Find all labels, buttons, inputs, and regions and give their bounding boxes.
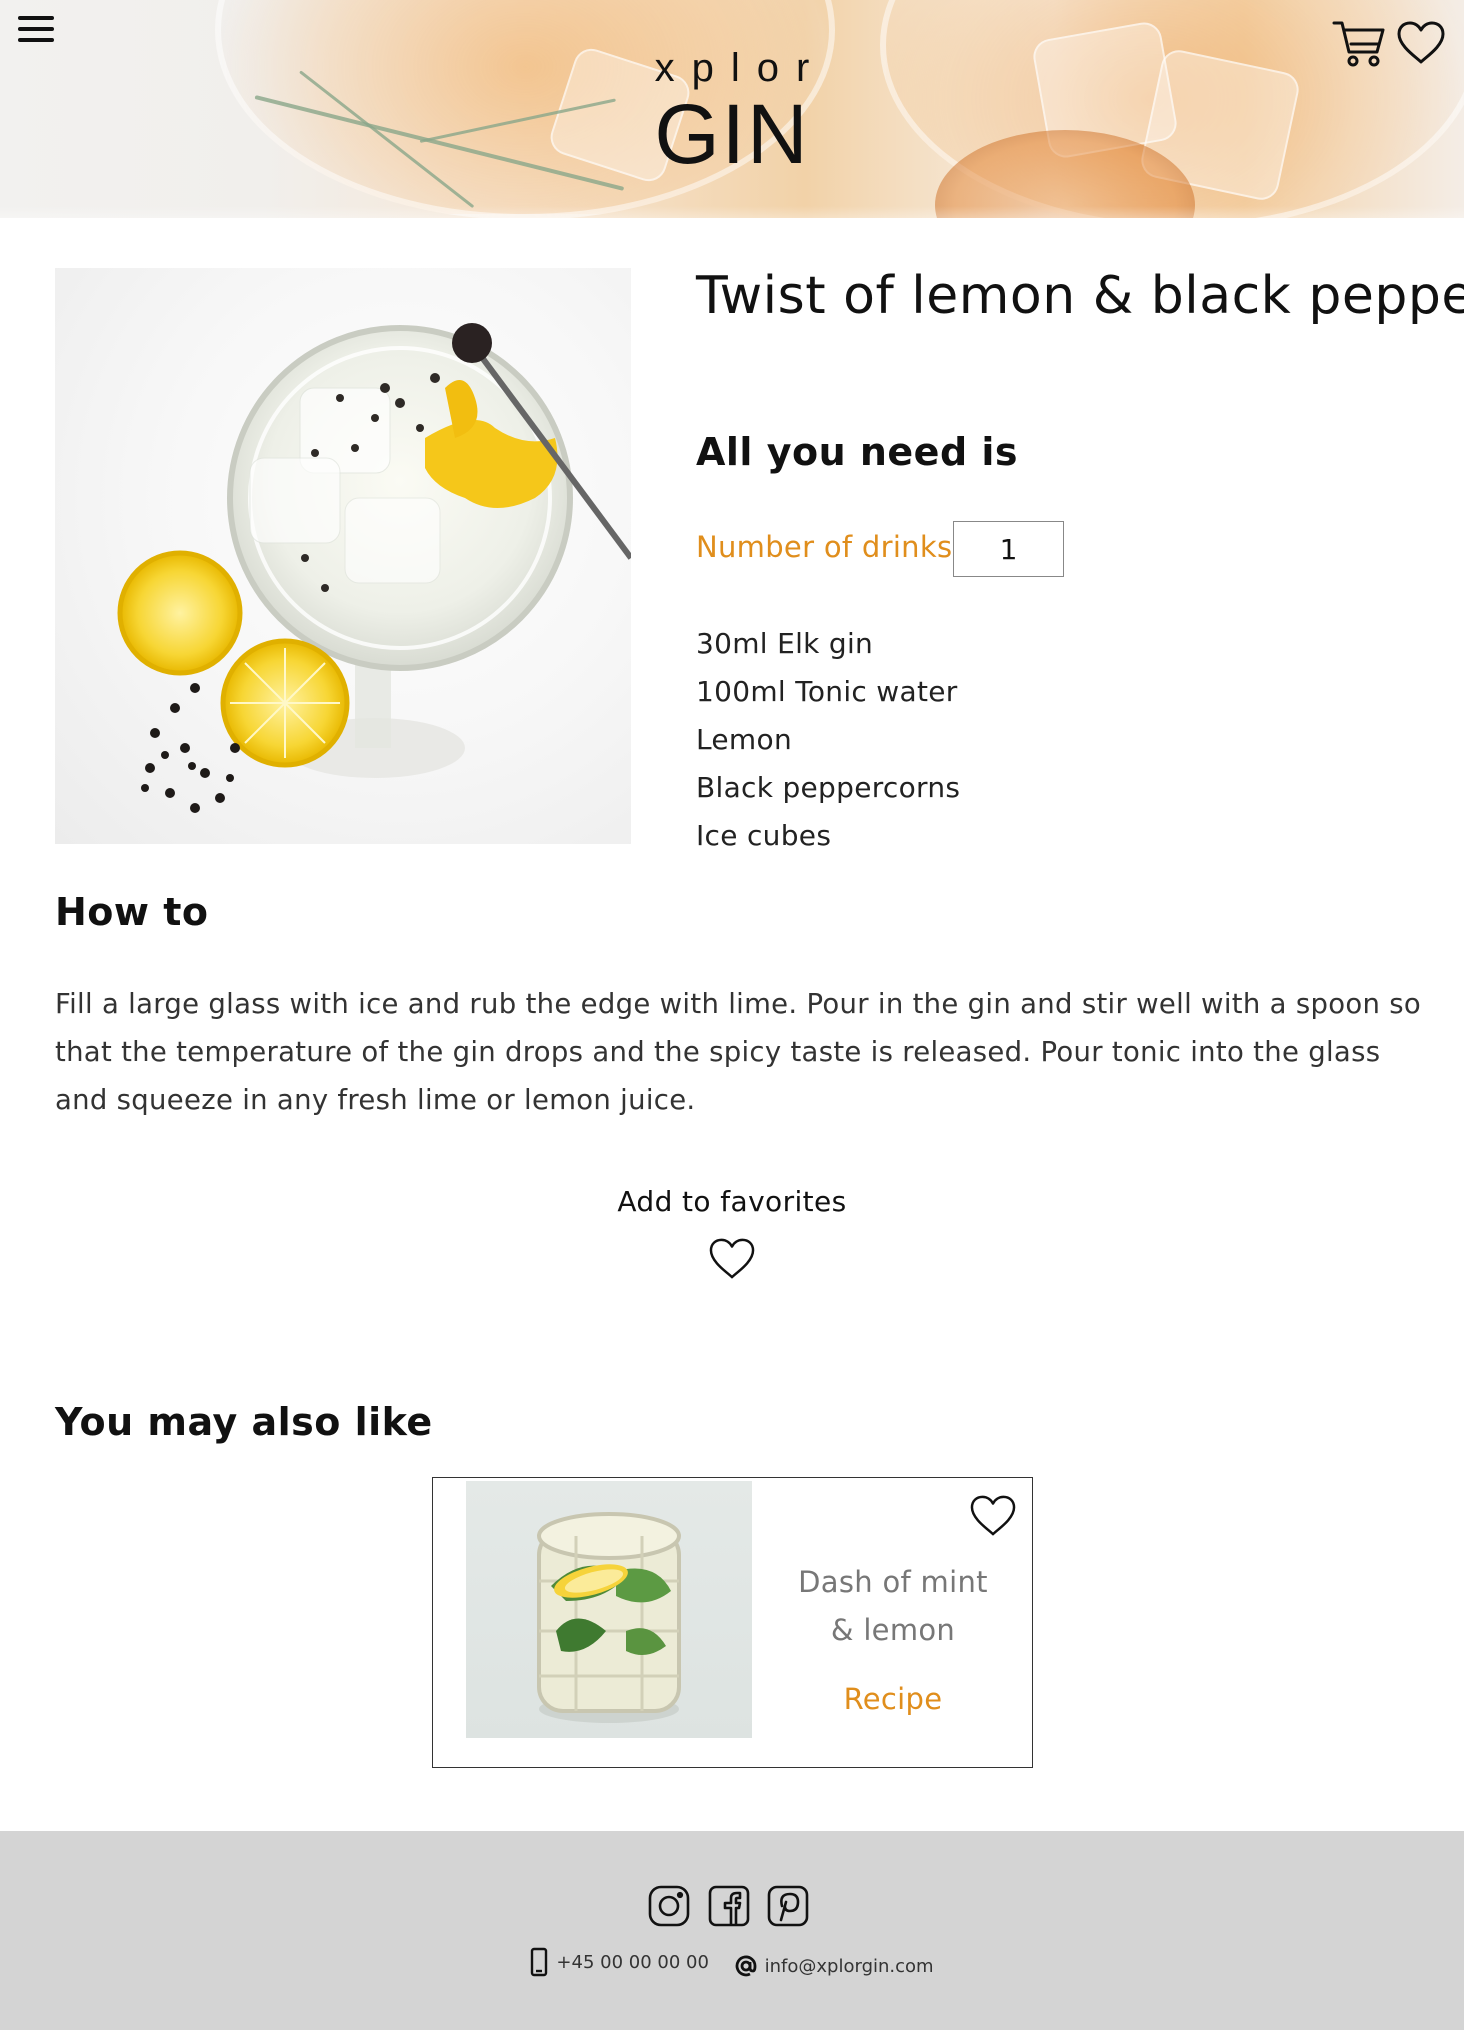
howto-heading: How to bbox=[55, 890, 209, 934]
pinterest-icon[interactable] bbox=[766, 1884, 810, 1928]
related-recipe-name-line2: & lemon bbox=[830, 1613, 956, 1647]
ingredients-heading: All you need is bbox=[696, 430, 1019, 474]
related-recipe-link[interactable]: Recipe bbox=[763, 1682, 1023, 1716]
header-banner: xplor GIN bbox=[0, 0, 1464, 218]
email-contact[interactable]: info@xplorgin.com bbox=[735, 1955, 934, 1977]
add-to-favorites-heart-icon[interactable] bbox=[708, 1237, 756, 1281]
howto-text: Fill a large glass with ice and rub the … bbox=[55, 988, 1421, 1116]
ingredient-item: 100ml Tonic water bbox=[696, 675, 958, 708]
footer: +45 00 00 00 00 info@xplorgin.com bbox=[0, 1831, 1464, 2030]
phone-icon bbox=[531, 1947, 548, 1977]
shopping-cart-icon[interactable] bbox=[1332, 18, 1386, 68]
add-to-favorites-label[interactable]: Add to favorites bbox=[0, 1185, 1464, 1218]
related-recipe-name-line1: Dash of mint bbox=[798, 1565, 988, 1599]
related-recipe-heart-icon[interactable] bbox=[969, 1494, 1017, 1538]
phone-number: +45 00 00 00 00 bbox=[556, 1951, 709, 1973]
header-fade bbox=[0, 206, 1464, 218]
ingredients-list: 30ml Elk gin 100ml Tonic water Lemon Bla… bbox=[696, 620, 960, 860]
heart-icon[interactable] bbox=[1396, 20, 1446, 66]
at-sign-icon bbox=[735, 1955, 757, 1977]
facebook-icon[interactable] bbox=[707, 1884, 751, 1928]
email-address: info@xplorgin.com bbox=[764, 1955, 934, 1977]
related-recipe-image bbox=[466, 1481, 752, 1738]
also-like-heading: You may also like bbox=[55, 1400, 433, 1444]
recipe-title: Twist of lemon & black pepper bbox=[696, 266, 1464, 326]
ingredient-item: Black peppercorns bbox=[696, 771, 961, 804]
instagram-icon[interactable] bbox=[647, 1884, 691, 1928]
logo-small-text: xplor bbox=[654, 46, 827, 90]
logo-big-text: GIN bbox=[654, 87, 810, 181]
number-of-drinks-label: Number of drinks bbox=[696, 530, 953, 564]
phone-contact[interactable]: +45 00 00 00 00 bbox=[530, 1947, 709, 1977]
contact-info: +45 00 00 00 00 info@xplorgin.com bbox=[0, 1947, 1464, 1982]
related-recipe-card[interactable]: Dash of mint & lemon Recipe bbox=[432, 1477, 1033, 1768]
related-recipe-name: Dash of mint & lemon bbox=[763, 1558, 1023, 1654]
site-logo[interactable]: xplor GIN bbox=[0, 44, 1464, 176]
number-of-drinks-input[interactable] bbox=[953, 521, 1064, 577]
ingredient-item: Ice cubes bbox=[696, 819, 832, 852]
ingredient-item: 30ml Elk gin bbox=[696, 627, 874, 660]
recipe-image bbox=[55, 268, 631, 844]
ingredient-item: Lemon bbox=[696, 723, 792, 756]
